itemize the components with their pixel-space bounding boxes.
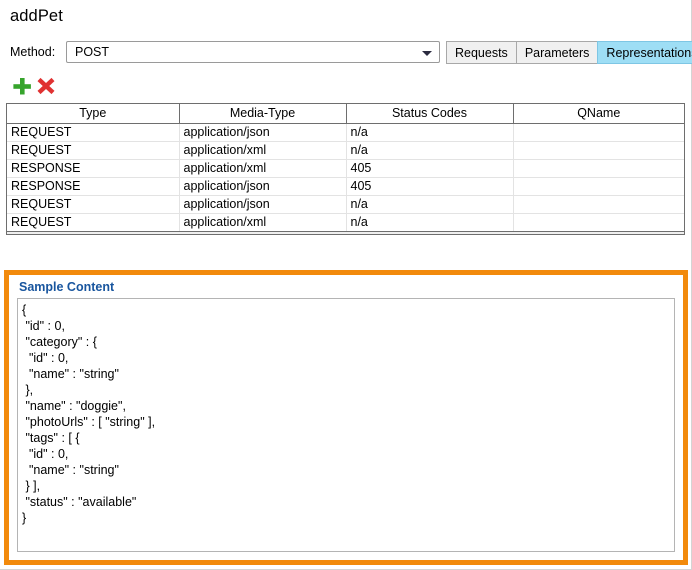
table-row[interactable]: REQUEST application/json n/a: [7, 123, 684, 141]
cell-media-type: application/json: [179, 177, 346, 195]
tab-requests[interactable]: Requests: [446, 41, 516, 64]
cell-media-type: application/xml: [179, 213, 346, 231]
method-selected-value: POST: [75, 45, 109, 59]
sample-content-label: Sample Content: [19, 280, 114, 294]
cell-qname: [513, 213, 684, 231]
table-row[interactable]: RESPONSE application/xml 405: [7, 159, 684, 177]
column-header-status-codes[interactable]: Status Codes: [346, 104, 513, 123]
cell-type: REQUEST: [7, 213, 179, 231]
tab-parameters[interactable]: Parameters: [516, 41, 598, 64]
cell-type: RESPONSE: [7, 159, 179, 177]
table-row[interactable]: REQUEST application/json n/a: [7, 195, 684, 213]
cell-type: REQUEST: [7, 195, 179, 213]
cell-status-codes: n/a: [346, 195, 513, 213]
cell-media-type: application/json: [179, 123, 346, 141]
cell-qname: [513, 195, 684, 213]
cell-qname: [513, 159, 684, 177]
add-representation-button[interactable]: [11, 75, 33, 97]
page-title: addPet: [10, 7, 63, 26]
cell-type: REQUEST: [7, 141, 179, 159]
delete-representation-button[interactable]: [35, 75, 57, 97]
plus-icon: [11, 75, 33, 97]
cell-status-codes: 405: [346, 159, 513, 177]
sample-content-section: Sample Content { "id" : 0, "category" : …: [4, 270, 688, 565]
column-header-media-type[interactable]: Media-Type: [179, 104, 346, 123]
cell-status-codes: 405: [346, 177, 513, 195]
representations-table-container[interactable]: Type Media-Type Status Codes QName REQUE…: [6, 103, 685, 235]
cell-media-type: application/json: [179, 195, 346, 213]
cell-qname: [513, 141, 684, 159]
method-select[interactable]: POST: [66, 41, 440, 63]
column-header-qname[interactable]: QName: [513, 104, 684, 123]
cell-media-type: application/xml: [179, 159, 346, 177]
cross-icon: [35, 75, 57, 97]
cell-status-codes: n/a: [346, 141, 513, 159]
cell-status-codes: n/a: [346, 123, 513, 141]
chevron-down-icon[interactable]: [422, 51, 432, 56]
cell-media-type: application/xml: [179, 141, 346, 159]
tab-bar: Requests Parameters Representations: [446, 41, 692, 64]
method-label: Method:: [10, 45, 55, 59]
representations-table: Type Media-Type Status Codes QName REQUE…: [7, 104, 684, 232]
table-row[interactable]: RESPONSE application/json 405: [7, 177, 684, 195]
table-row[interactable]: REQUEST application/xml n/a: [7, 213, 684, 231]
cell-status-codes: n/a: [346, 213, 513, 231]
cell-qname: [513, 123, 684, 141]
sample-content-text: { "id" : 0, "category" : { "id" : 0, "na…: [18, 299, 674, 526]
table-header-row: Type Media-Type Status Codes QName: [7, 104, 684, 123]
cell-type: RESPONSE: [7, 177, 179, 195]
sample-content-editor[interactable]: { "id" : 0, "category" : { "id" : 0, "na…: [17, 298, 675, 552]
representations-toolbar: [0, 72, 692, 100]
tab-representations[interactable]: Representations: [597, 41, 692, 64]
column-header-type[interactable]: Type: [7, 104, 179, 123]
cell-qname: [513, 177, 684, 195]
table-row[interactable]: REQUEST application/xml n/a: [7, 141, 684, 159]
representations-panel: addPet Method: POST Requests Parameters …: [0, 0, 692, 570]
cell-type: REQUEST: [7, 123, 179, 141]
